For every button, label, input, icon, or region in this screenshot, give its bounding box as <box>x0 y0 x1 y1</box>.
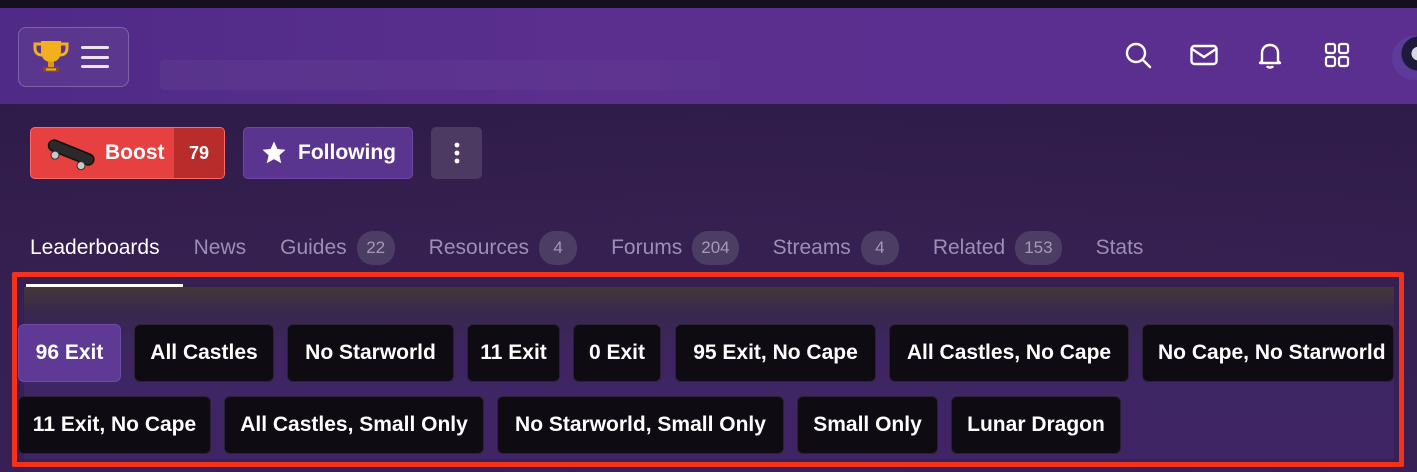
following-button[interactable]: Following <box>243 127 413 179</box>
tab-news[interactable]: News <box>194 236 247 260</box>
tab-count-badge: 4 <box>860 231 899 265</box>
messages-button[interactable] <box>1189 40 1219 70</box>
notifications-button[interactable] <box>1255 40 1285 70</box>
category-chip-96-exit[interactable]: 96 Exit <box>18 324 121 382</box>
tab-streams[interactable]: Streams 4 <box>773 231 899 265</box>
skateboard-icon <box>47 139 95 171</box>
category-chip-11-exit-no-cape[interactable]: 11 Exit, No Cape <box>18 396 211 454</box>
tab-label: Streams <box>772 236 851 259</box>
category-chip-no-cape-no-starworld[interactable]: No Cape, No Starworld <box>1142 324 1394 382</box>
tab-label: Leaderboards <box>30 236 160 259</box>
tab-count-badge: 4 <box>539 231 578 265</box>
category-chip-95-exit-no-cape[interactable]: 95 Exit, No Cape <box>675 324 876 382</box>
boost-button[interactable]: Boost 79 <box>30 127 225 179</box>
apps-button[interactable] <box>1322 40 1352 70</box>
mail-icon <box>1190 44 1218 66</box>
category-chip-0-exit[interactable]: 0 Exit <box>573 324 661 382</box>
tab-forums[interactable]: Forums 204 <box>611 231 739 265</box>
category-chip-no-starworld-small-only[interactable]: No Starworld, Small Only <box>497 396 784 454</box>
trophy-icon <box>33 41 69 72</box>
tab-guides[interactable]: Guides 22 <box>280 231 395 265</box>
main-menu-button[interactable] <box>18 27 129 87</box>
tab-label: Forums <box>611 236 683 259</box>
category-chip-all-castles[interactable]: All Castles <box>134 324 274 382</box>
more-vertical-icon <box>454 142 459 164</box>
category-chip-11-exit[interactable]: 11 Exit <box>467 324 560 382</box>
search-button[interactable] <box>1123 40 1153 70</box>
category-chip-all-castles-small-only[interactable]: All Castles, Small Only <box>224 396 484 454</box>
hamburger-icon <box>81 46 109 68</box>
tab-label: Stats <box>1095 236 1144 259</box>
following-label: Following <box>298 141 396 164</box>
tab-label: Resources <box>428 236 530 259</box>
boost-count: 79 <box>174 128 224 178</box>
tab-label: Guides <box>280 236 347 259</box>
tab-count-badge: 153 <box>1015 231 1062 265</box>
search-icon <box>1125 42 1152 69</box>
more-options-button[interactable] <box>431 127 482 179</box>
category-chip-no-starworld[interactable]: No Starworld <box>287 324 454 382</box>
tab-stats[interactable]: Stats <box>1096 236 1144 260</box>
bell-icon <box>1258 43 1282 69</box>
tab-related[interactable]: Related 153 <box>933 231 1062 265</box>
tab-label: Related <box>932 236 1006 259</box>
top-strip <box>0 0 1417 8</box>
tab-leaderboards[interactable]: Leaderboards <box>30 236 160 260</box>
header-nav-ghost <box>160 60 720 90</box>
category-chip-lunar-dragon[interactable]: Lunar Dragon <box>951 396 1121 454</box>
tab-count-badge: 204 <box>692 231 739 265</box>
section-tabs: Leaderboards News Guides 22 Resources 4 Fo… <box>30 226 1143 270</box>
apps-grid-icon <box>1324 42 1350 68</box>
tab-label: News <box>193 236 247 259</box>
tab-resources[interactable]: Resources 4 <box>428 231 578 265</box>
star-icon <box>262 141 286 164</box>
tab-count-badge: 22 <box>356 231 395 265</box>
category-chip-small-only[interactable]: Small Only <box>797 396 938 454</box>
category-chip-all-castles-no-cape[interactable]: All Castles, No Cape <box>889 324 1129 382</box>
boost-label: Boost <box>105 141 165 164</box>
